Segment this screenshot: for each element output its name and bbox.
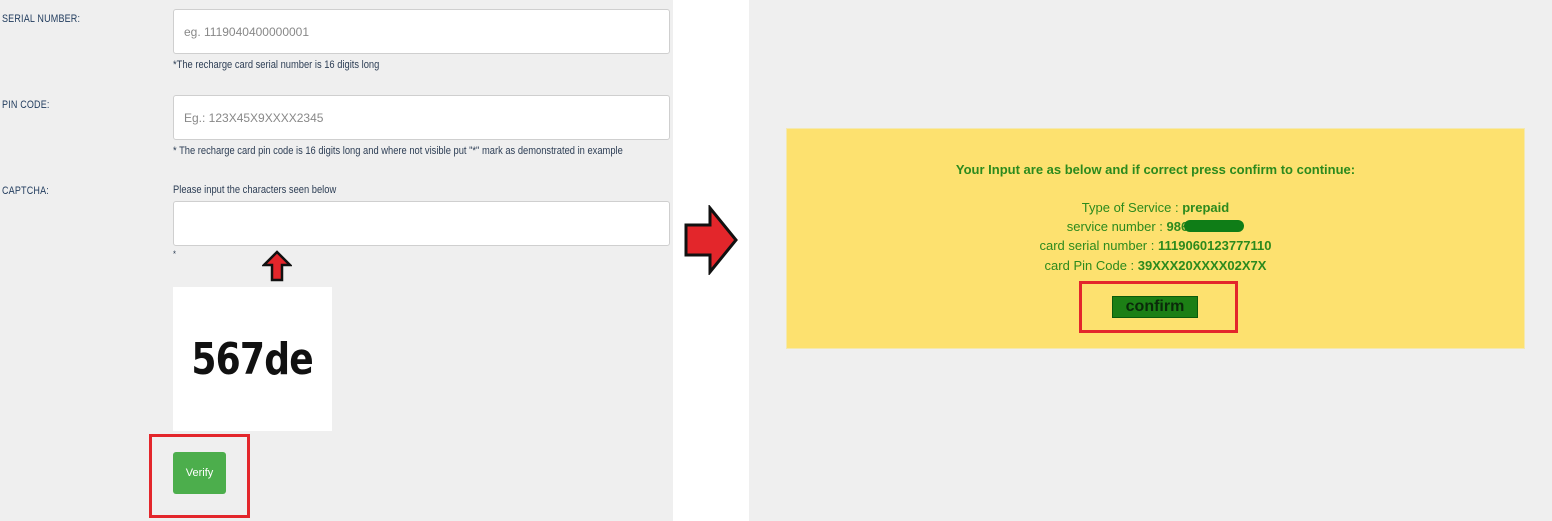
serial-number-hint: *The recharge card serial number is 16 d… xyxy=(173,59,380,71)
confirm-highlight-box xyxy=(1079,281,1238,333)
redaction-mark xyxy=(1184,220,1245,232)
verify-highlight-box xyxy=(149,434,250,518)
recharge-form-panel: SERIAL NUMBER: *The recharge card serial… xyxy=(0,0,673,521)
card-pin-label: card Pin Code : xyxy=(1044,258,1135,273)
card-pin-value: 39XXX20XXXX02X7X xyxy=(1137,258,1267,273)
service-number-label: service number : xyxy=(1066,219,1163,234)
service-type-row: Type of Service : prepaid xyxy=(787,200,1524,215)
pin-code-row: card Pin Code : 39XXX20XXXX02X7X xyxy=(787,258,1524,273)
captcha-label: CAPTCHA: xyxy=(2,185,49,197)
service-type-value: prepaid xyxy=(1182,200,1230,215)
card-serial-label: card serial number : xyxy=(1039,238,1155,253)
service-type-label: Type of Service : xyxy=(1081,200,1179,215)
confirmation-heading: Your Input are as below and if correct p… xyxy=(955,162,1356,177)
confirmation-card: Your Input are as below and if correct p… xyxy=(786,128,1525,349)
captcha-image: 567de xyxy=(173,287,332,431)
serial-number-input[interactable] xyxy=(173,9,670,54)
pin-code-input[interactable] xyxy=(173,95,670,140)
pin-code-hint: * The recharge card pin code is 16 digit… xyxy=(173,145,623,157)
captcha-input[interactable] xyxy=(173,201,670,246)
captcha-required-mark: * xyxy=(173,249,176,259)
card-serial-value: 1119060123777110 xyxy=(1157,238,1272,253)
card-serial-row: card serial number : 1119060123777110 xyxy=(787,238,1524,253)
captcha-image-text: 567de xyxy=(191,333,314,385)
service-number-row: service number : 986 xyxy=(787,219,1524,234)
pin-code-label: PIN CODE: xyxy=(2,99,50,111)
serial-number-label: SERIAL NUMBER: xyxy=(2,13,81,25)
arrow-up-icon xyxy=(262,250,292,282)
arrow-right-icon xyxy=(684,205,738,275)
captcha-prompt: Please input the characters seen below xyxy=(173,184,337,196)
